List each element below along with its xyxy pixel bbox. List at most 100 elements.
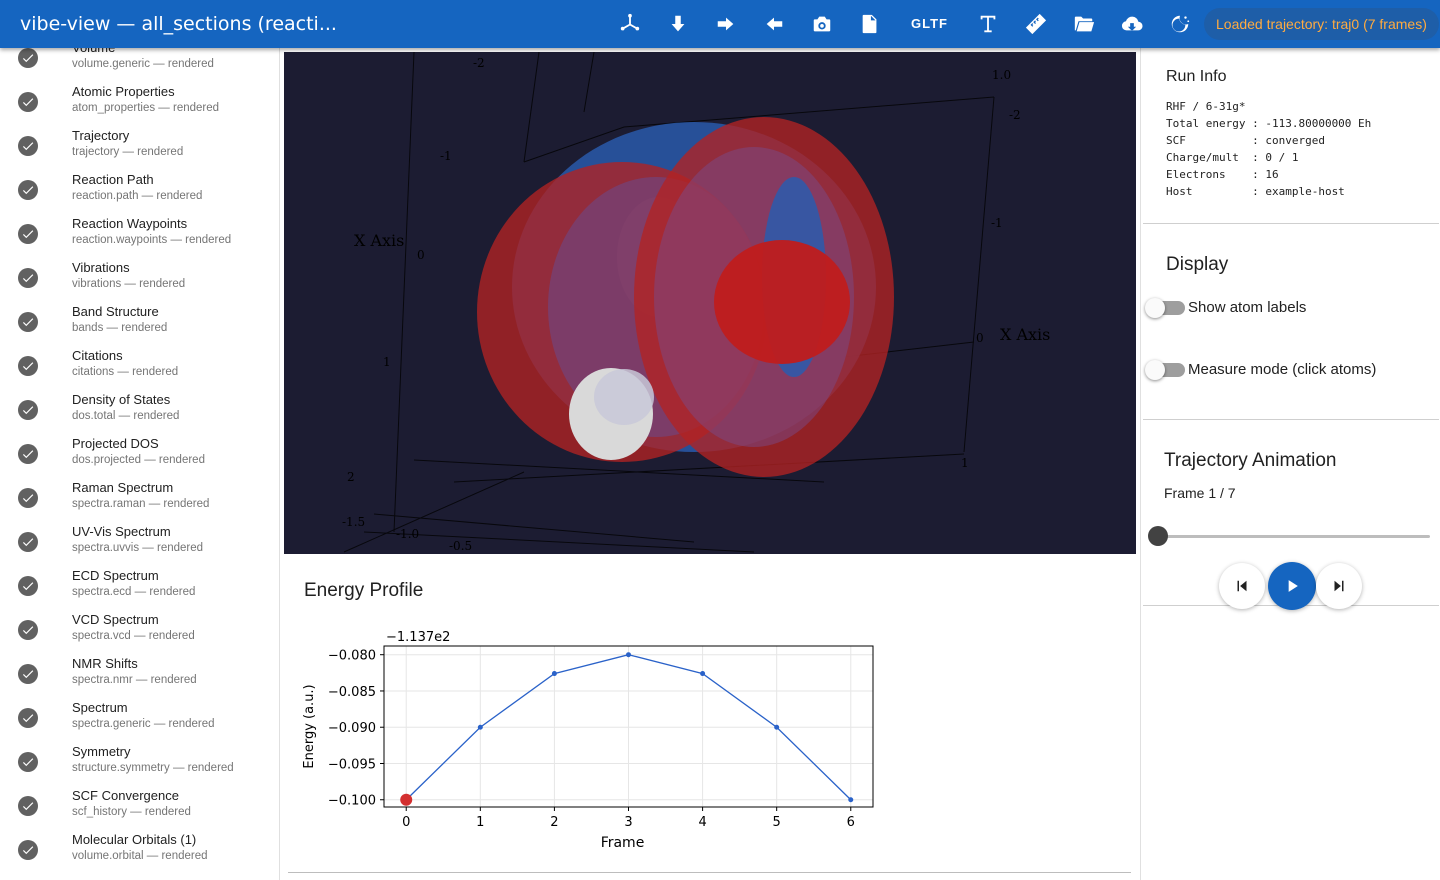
- sidebar-item-title: Vibrations: [72, 260, 130, 275]
- sidebar-item[interactable]: Citations citations — rendered: [0, 348, 279, 392]
- sidebar-item-subtitle: structure.symmetry — rendered: [72, 762, 234, 774]
- x-tick-label: 3: [624, 815, 632, 830]
- sidebar-item-title: Citations: [72, 348, 123, 363]
- sidebar-item-title: UV-Vis Spectrum: [72, 524, 171, 539]
- arrow-right-icon[interactable]: [714, 12, 738, 36]
- measure-mode-toggle[interactable]: [1143, 358, 1187, 382]
- sidebar-item[interactable]: Reaction Waypoints reaction.waypoints — r…: [0, 216, 279, 260]
- current-frame-marker: [400, 793, 413, 806]
- play-button[interactable]: [1268, 562, 1316, 610]
- arrow-left-icon[interactable]: [762, 12, 786, 36]
- sidebar-item[interactable]: Vibrations vibrations — rendered: [0, 260, 279, 304]
- data-point: [700, 671, 706, 677]
- check-circle-icon: [18, 356, 38, 376]
- axis-tick: -0.5: [449, 539, 472, 553]
- axis-tick: 0: [417, 248, 425, 262]
- sidebar-item-subtitle: spectra.raman — rendered: [72, 498, 210, 510]
- sidebar-item-subtitle: spectra.ecd — rendered: [72, 586, 196, 598]
- sidebar-item[interactable]: Reaction Path reaction.path — rendered: [0, 172, 279, 216]
- skip-previous-icon: [1237, 580, 1247, 592]
- check-circle-icon: [18, 92, 38, 112]
- next-frame-button[interactable]: [1316, 563, 1362, 609]
- check-circle-icon: [18, 796, 38, 816]
- show-atom-labels-toggle[interactable]: [1143, 296, 1187, 320]
- trajectory-title: Trajectory Animation: [1164, 450, 1337, 471]
- sidebar-item[interactable]: Band Structure bands — rendered: [0, 304, 279, 348]
- sidebar-item[interactable]: UV-Vis Spectrum spectra.uvvis — rendered: [0, 524, 279, 568]
- axis-tick: -1: [440, 149, 452, 163]
- axis-title: X Axis: [354, 231, 404, 250]
- check-circle-icon: [18, 708, 38, 728]
- axis-title: X Axis: [1000, 325, 1050, 344]
- sidebar-item[interactable]: Molecular Orbitals (1) volume.orbital — r…: [0, 832, 279, 876]
- axes-icon[interactable]: [618, 12, 642, 36]
- cloud-download-icon[interactable]: [1120, 12, 1144, 36]
- sidebar-item-subtitle: vibrations — rendered: [72, 278, 186, 290]
- run-info-title: Run Info: [1166, 68, 1227, 85]
- theme-toggle-icon[interactable]: [1168, 12, 1192, 36]
- sidebar-item[interactable]: Spectrum spectra.generic — rendered: [0, 700, 279, 744]
- gltf-export-button[interactable]: GLTF: [911, 0, 948, 48]
- sidebar-item[interactable]: NMR Shifts spectra.nmr — rendered: [0, 656, 279, 700]
- frame-slider[interactable]: [1148, 526, 1430, 546]
- sidebar-item[interactable]: Density of States dos.total — rendered: [0, 392, 279, 436]
- ruler-icon[interactable]: [1024, 12, 1048, 36]
- check-circle-icon: [18, 400, 38, 420]
- status-chip: Loaded trajectory: traj0 (7 frames): [1204, 8, 1439, 40]
- data-point: [848, 797, 854, 803]
- sidebar-item[interactable]: Atomic Properties atom_properties — rende…: [0, 84, 279, 128]
- axis-tick: -2: [1009, 108, 1021, 122]
- run-info-card: Run Info RHF / 6-31g* Total energy : -11…: [1143, 48, 1439, 224]
- y-tick-label: −0.085: [328, 685, 376, 700]
- data-point: [626, 652, 631, 658]
- sidebar-item[interactable]: SCF Convergence scf_history — rendered: [0, 788, 279, 832]
- sections-sidebar: Volume volume.generic — rendered Atomic Pr…: [0, 48, 280, 880]
- sidebar-item-subtitle: reaction.waypoints — rendered: [72, 234, 232, 246]
- axis-tick: -1.0: [396, 527, 419, 541]
- run-info-text: RHF / 6-31g* Total energy : -113.8000000…: [1166, 100, 1372, 198]
- sidebar-item[interactable]: VCD Spectrum spectra.vcd — rendered: [0, 612, 279, 656]
- sidebar-item-subtitle: spectra.vcd — rendered: [72, 630, 195, 642]
- sidebar-item-subtitle: scf_history — rendered: [72, 806, 191, 818]
- x-axis-label: Frame: [601, 835, 645, 851]
- x-tick-label: 4: [698, 815, 706, 830]
- folder-open-icon[interactable]: [1072, 12, 1096, 36]
- molecule-3d-viewer[interactable]: -2 -1 0 1 2 -1.5 -1.0 -0.5 1.0 -2 -1 0 1…: [284, 52, 1136, 554]
- sidebar-item-subtitle: volume.orbital — rendered: [72, 850, 208, 862]
- sidebar-item[interactable]: Trajectory trajectory — rendered: [0, 128, 279, 172]
- arrow-down-icon[interactable]: [666, 12, 690, 36]
- sidebar-item-title: Reaction Path: [72, 172, 154, 187]
- axis-tick: 1: [961, 456, 969, 470]
- text-icon[interactable]: [976, 12, 1000, 36]
- previous-frame-button[interactable]: [1219, 563, 1265, 609]
- sidebar-item-title: ECD Spectrum: [72, 568, 159, 583]
- sidebar-item[interactable]: Projected DOS dos.projected — rendered: [0, 436, 279, 480]
- sidebar-item-title: VCD Spectrum: [72, 612, 159, 627]
- axis-tick: 2: [347, 470, 355, 484]
- file-export-icon[interactable]: [858, 12, 882, 36]
- display-card: Display Show atom labels Measure mode (c…: [1143, 228, 1439, 420]
- check-circle-icon: [18, 48, 38, 68]
- frame-label: Frame 1 / 7: [1164, 485, 1236, 501]
- y-axis-label: Energy (a.u.): [302, 684, 317, 768]
- check-circle-icon: [18, 620, 38, 640]
- check-circle-icon: [18, 444, 38, 464]
- sidebar-item[interactable]: ECD Spectrum spectra.ecd — rendered: [0, 568, 279, 612]
- sidebar-item-title: Symmetry: [72, 744, 131, 759]
- sidebar-item-subtitle: atom_properties — rendered: [72, 102, 220, 114]
- sidebar-item-title: Reaction Waypoints: [72, 216, 188, 231]
- sidebar-item[interactable]: Raman Spectrum spectra.raman — rendered: [0, 480, 279, 524]
- sidebar-item[interactable]: Symmetry structure.symmetry — rendered: [0, 744, 279, 788]
- toggle-label: Measure mode (click atoms): [1188, 361, 1377, 378]
- axis-tick: 1.0: [992, 68, 1011, 82]
- axis-tick: -2: [473, 56, 485, 70]
- sidebar-item-subtitle: spectra.uvvis — rendered: [72, 542, 204, 554]
- slider-thumb[interactable]: [1148, 526, 1168, 546]
- camera-icon[interactable]: [810, 12, 834, 36]
- check-circle-icon: [18, 488, 38, 508]
- sidebar-item[interactable]: Volume volume.generic — rendered: [0, 48, 279, 84]
- x-tick-label: 1: [476, 815, 484, 830]
- check-circle-icon: [18, 224, 38, 244]
- x-tick-label: 5: [773, 815, 781, 830]
- data-point: [551, 671, 557, 677]
